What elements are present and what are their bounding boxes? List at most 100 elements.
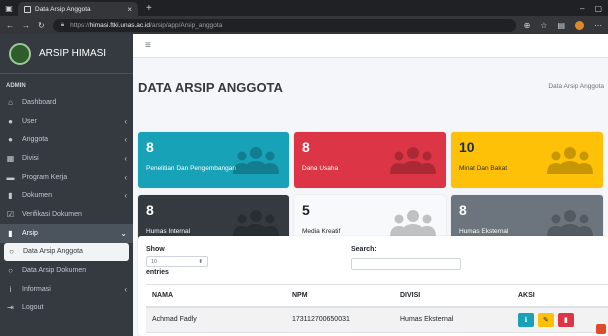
column-header[interactable]: NAMA	[146, 284, 286, 308]
sidebar-item-user[interactable]: ● User ‹	[0, 112, 133, 131]
info-icon: i	[9, 284, 12, 294]
menu-toggle-icon[interactable]: ≡	[145, 40, 151, 51]
browser-tab-bar: ▣ Data Arsip Anggota × + – ▢	[0, 0, 608, 16]
building-icon: ▦	[6, 153, 15, 163]
stat-box[interactable]: 10 Minat Dan Bakat	[451, 132, 603, 188]
stat-value: 8	[146, 139, 154, 155]
breadcrumb[interactable]: Data Arsip Anggota	[548, 83, 604, 90]
sidebar-item-dokumen[interactable]: ▮ Dokumen ‹	[0, 186, 133, 205]
chevron-left-icon: ‹	[124, 135, 127, 145]
sidebar-item-program-kerja[interactable]: ▬ Program Kerja ‹	[0, 168, 133, 187]
stat-box[interactable]: 8 Penelitian Dan Pengembangan	[138, 132, 289, 188]
more-icon[interactable]: ⋯	[594, 21, 602, 30]
stat-label: Media Kreatif	[302, 228, 341, 235]
url-scheme: https://	[70, 21, 90, 29]
sidebar-item-label: Dokumen	[22, 192, 52, 200]
stat-value: 8	[146, 202, 154, 218]
table-card: Show 10 ⬍ entries Search: NAMA NPM DIVIS…	[138, 236, 608, 336]
file-archive-icon: ▮	[8, 228, 13, 238]
column-header[interactable]: NPM	[286, 284, 394, 308]
view-button[interactable]: ℹ	[518, 312, 534, 327]
tab-title: Data Arsip Anggota	[35, 5, 91, 13]
sidebar-item-data-arsip-anggota[interactable]: ○ Data Arsip Anggota	[4, 242, 129, 262]
cell-npm: 173112700650031	[286, 306, 394, 333]
window-menu-icon[interactable]: ▣	[0, 0, 18, 16]
browser-tab[interactable]: Data Arsip Anggota ×	[18, 2, 138, 16]
top-navbar: ≡	[133, 34, 608, 58]
search-label: Search:	[351, 246, 377, 253]
chevron-left-icon: ‹	[124, 172, 127, 182]
cell-aksi: ℹ ✎ ▮	[512, 306, 608, 333]
sidebar: ARSIP HIMASI ADMIN ⌂ Dashboard ● User ‹ ● Angg…	[0, 34, 133, 336]
maximize-icon[interactable]: ▢	[594, 4, 602, 13]
sidebar-item-arsip[interactable]: ▮ Arsip ⌄	[0, 223, 133, 243]
close-tab-icon[interactable]: ×	[127, 5, 132, 14]
stat-label: Dana Usaha	[302, 165, 339, 172]
notification-badge[interactable]	[596, 324, 606, 334]
logo-icon	[9, 42, 31, 65]
url-path: /arsip/app/Arsip_anggota	[150, 21, 223, 29]
chevron-left-icon: ‹	[124, 191, 127, 201]
stat-label: Penelitian Dan Pengembangan	[146, 165, 236, 172]
column-header[interactable]: DIVISI	[394, 284, 512, 308]
url-field[interactable]: 🔒︎ https://himasi.ftki.unas.ac.id/arsip/…	[52, 18, 516, 32]
sidebar-item-informasi[interactable]: i Informasi ‹	[0, 280, 133, 299]
search-input[interactable]	[351, 258, 461, 270]
edit-button[interactable]: ✎	[537, 312, 554, 327]
stat-value: 8	[459, 202, 467, 218]
stat-label: Minat Dan Bakat	[459, 165, 508, 172]
sidebar-item-label: Divisi	[22, 154, 39, 162]
sidebar-item-divisi[interactable]: ▦ Divisi ‹	[0, 149, 133, 168]
chevron-left-icon: ‹	[124, 153, 127, 163]
entries-length-value: 10	[151, 258, 158, 265]
chevron-down-icon: ⌄	[120, 228, 127, 238]
users-group-icon	[390, 210, 436, 237]
sidebar-item-verifikasi-dokumen[interactable]: ☑ Verifikasi Dokumen	[0, 205, 133, 224]
sidebar-item-label: Logout	[22, 304, 44, 312]
profile-avatar[interactable]	[575, 20, 584, 30]
sidebar-item-label: Program Kerja	[22, 173, 68, 181]
sidebar-item-anggota[interactable]: ● Anggota ‹	[0, 130, 133, 149]
chevron-left-icon: ‹	[124, 284, 127, 294]
entries-label: entries	[146, 269, 169, 276]
cell-nama: Achmad Fadly	[146, 306, 286, 333]
dashboard-icon: ⌂	[8, 97, 13, 107]
page-title: DATA ARSIP ANGGOTA	[138, 80, 283, 95]
stat-value: 10	[459, 139, 475, 155]
brand-link[interactable]: ARSIP HIMASI	[0, 34, 133, 74]
lock-icon: 🔒︎	[60, 21, 65, 28]
back-icon[interactable]: ←	[6, 21, 14, 30]
reload-icon[interactable]: ↻	[38, 21, 45, 30]
sidebar-item-dashboard[interactable]: ⌂ Dashboard	[0, 93, 133, 112]
circle-icon: ○	[8, 266, 13, 276]
sidebar-item-label: Data Arsip Dokumen	[22, 267, 87, 275]
new-tab-icon[interactable]: +	[138, 3, 160, 14]
check-square-icon: ☑	[6, 209, 15, 219]
zoom-icon[interactable]: ⊕	[524, 21, 531, 30]
collections-icon[interactable]: ▤	[557, 21, 565, 30]
delete-button[interactable]: ▮	[557, 312, 574, 327]
users-icon: ●	[8, 135, 13, 145]
minimize-icon[interactable]: –	[580, 4, 584, 13]
user-edit-icon: ✎	[543, 316, 549, 324]
forward-icon[interactable]: →	[22, 21, 30, 30]
nav-section-header: ADMIN	[6, 83, 26, 89]
sidebar-item-data-arsip-dokumen[interactable]: ○ Data Arsip Dokumen	[0, 261, 133, 280]
table-header-row: NAMA NPM DIVISI AKSI	[146, 284, 608, 308]
tab-favicon-icon	[24, 5, 31, 13]
user-icon: ●	[8, 116, 13, 126]
users-group-icon	[233, 210, 279, 237]
sidebar-item-label: Anggota	[22, 136, 49, 144]
select-caret-icon: ⬍	[198, 258, 203, 265]
trash-icon: ▮	[563, 316, 568, 324]
users-group-icon	[547, 210, 593, 237]
stat-box[interactable]: 8 Dana Usaha	[294, 132, 446, 188]
entries-length-select[interactable]: 10 ⬍	[146, 256, 208, 267]
sidebar-item-label: Data Arsip Anggota	[23, 248, 83, 256]
favorite-star-icon[interactable]: ☆	[540, 21, 547, 30]
stat-label: Humas Eksternal	[459, 228, 509, 235]
sidebar-item-logout[interactable]: ⇥ Logout	[0, 299, 133, 318]
circle-icon: ○	[9, 247, 14, 257]
chevron-left-icon: ‹	[124, 116, 127, 126]
address-bar: ← → ↻ 🔒︎ https://himasi.ftki.unas.ac.id/…	[0, 16, 608, 34]
